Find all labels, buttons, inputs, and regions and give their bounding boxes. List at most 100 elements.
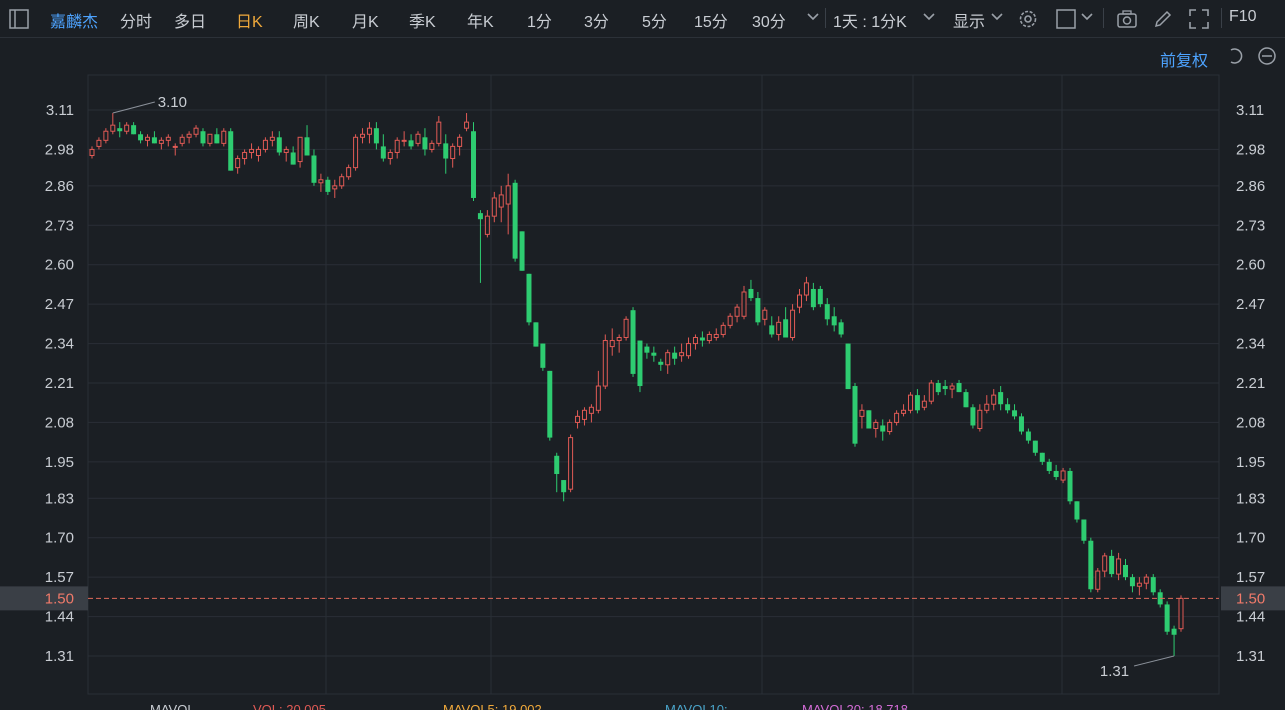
candle-body xyxy=(630,310,636,374)
candle-body xyxy=(89,148,95,157)
y-tick-label-right: 1.70 xyxy=(1236,530,1265,547)
candle-body xyxy=(214,134,220,144)
candle-body xyxy=(575,415,581,423)
candle-body xyxy=(498,194,504,208)
candle-body xyxy=(1116,558,1122,575)
candle-body xyxy=(339,176,345,187)
candle-body xyxy=(255,148,261,157)
candle-body xyxy=(172,145,178,148)
y-tick-label-left: 2.73 xyxy=(45,217,74,234)
y-tick-label-right: 1.44 xyxy=(1236,609,1265,626)
plot-frame xyxy=(87,74,1220,695)
candle-body xyxy=(1018,416,1024,432)
candle-body xyxy=(998,392,1004,405)
candle-body xyxy=(401,139,407,142)
candle-body xyxy=(1088,540,1094,590)
candle-body xyxy=(644,346,650,353)
y-tick-label-left: 1.57 xyxy=(45,569,74,586)
y-tick-label-right: 2.47 xyxy=(1236,296,1265,313)
candle-body xyxy=(887,421,893,433)
candle-body xyxy=(131,125,137,135)
y-tick-label-left: 2.47 xyxy=(45,296,74,313)
candle-body xyxy=(817,288,823,305)
candle-body xyxy=(1109,555,1115,575)
candle-body xyxy=(866,410,872,429)
candle-body xyxy=(672,352,678,359)
candle-body xyxy=(852,386,858,444)
candle-body xyxy=(110,124,116,132)
y-tick-label-left: 3.11 xyxy=(46,102,74,119)
candle-body xyxy=(262,139,268,150)
candle-body xyxy=(845,343,851,390)
low-marker-line xyxy=(1133,655,1175,667)
candle-body xyxy=(360,133,366,138)
candle-body xyxy=(1060,470,1066,481)
mavol10-value: MAVOL10: xyxy=(665,702,728,710)
candle-body xyxy=(859,409,865,417)
y-tick-label-right: 2.98 xyxy=(1236,141,1265,158)
candle-body xyxy=(415,133,421,144)
candle-body xyxy=(443,143,449,159)
candle-body xyxy=(96,139,102,147)
candle-body xyxy=(547,370,553,438)
candle-body xyxy=(741,291,747,317)
candle-body xyxy=(679,352,685,357)
candle-body xyxy=(158,139,164,144)
candle-body xyxy=(831,316,837,326)
candle-body xyxy=(873,421,879,429)
y-tick-label-right: 2.21 xyxy=(1236,375,1265,392)
candle-body xyxy=(429,142,435,150)
candle-body xyxy=(616,337,622,342)
candle-body xyxy=(970,407,976,426)
kline-chart[interactable]: 3.11 3.11 2.98 2.98 2.86 2.86 2.73 2.73 2.60 2.60… xyxy=(0,0,1285,700)
y-tick-label-right: 1.31 xyxy=(1236,648,1265,665)
y-tick-label-right: 2.34 xyxy=(1236,336,1265,353)
y-tick-label-left: 2.34 xyxy=(45,336,74,353)
y-tick-label-left: 2.60 xyxy=(45,257,74,274)
y-tick-label-right: 1.57 xyxy=(1236,569,1265,586)
candle-body xyxy=(422,137,428,150)
candle-body xyxy=(991,394,997,405)
candle-body xyxy=(1164,604,1170,632)
current-price-label-right: 1.50 xyxy=(1236,590,1265,607)
candle-body xyxy=(387,151,393,160)
candle-body xyxy=(228,131,234,171)
candle-body xyxy=(1150,577,1156,593)
y-tick-label-right: 1.83 xyxy=(1236,490,1265,507)
candle-body xyxy=(623,318,629,338)
y-tick-label-right: 1.95 xyxy=(1236,454,1265,471)
y-tick-label-right: 2.73 xyxy=(1236,217,1265,234)
candle-body xyxy=(353,136,359,169)
high-annotation: 3.10 xyxy=(158,94,187,111)
candle-body xyxy=(880,425,886,432)
candle-body xyxy=(325,179,331,192)
candle-body xyxy=(797,294,803,308)
candle-body xyxy=(907,394,913,411)
y-tick-label-right: 2.86 xyxy=(1236,178,1265,195)
candle-body xyxy=(1012,410,1018,417)
candle-body xyxy=(935,383,941,393)
candle-body xyxy=(346,167,352,178)
y-tick-label-right: 2.60 xyxy=(1236,257,1265,274)
y-tick-label-left: 2.98 xyxy=(45,141,74,158)
candle-body xyxy=(512,182,518,259)
candle-body xyxy=(963,392,969,408)
candle-body xyxy=(235,158,241,169)
candle-body xyxy=(124,124,130,132)
candle-body xyxy=(491,197,497,217)
candle-body xyxy=(1081,519,1087,541)
candle-body xyxy=(1005,404,1011,411)
candle-body xyxy=(783,319,789,338)
candle-body xyxy=(408,140,414,147)
candle-body xyxy=(103,130,109,141)
y-tick-label-left: 2.08 xyxy=(45,414,74,431)
candle-body xyxy=(1032,440,1038,453)
y-tick-label-left: 2.86 xyxy=(45,178,74,195)
candle-body xyxy=(1178,597,1184,630)
candle-body xyxy=(637,340,643,387)
candle-body xyxy=(457,136,463,147)
candle-body xyxy=(297,136,303,163)
y-tick-label-left: 1.44 xyxy=(45,609,74,626)
candle-body xyxy=(665,352,671,366)
candle-body xyxy=(692,337,698,345)
